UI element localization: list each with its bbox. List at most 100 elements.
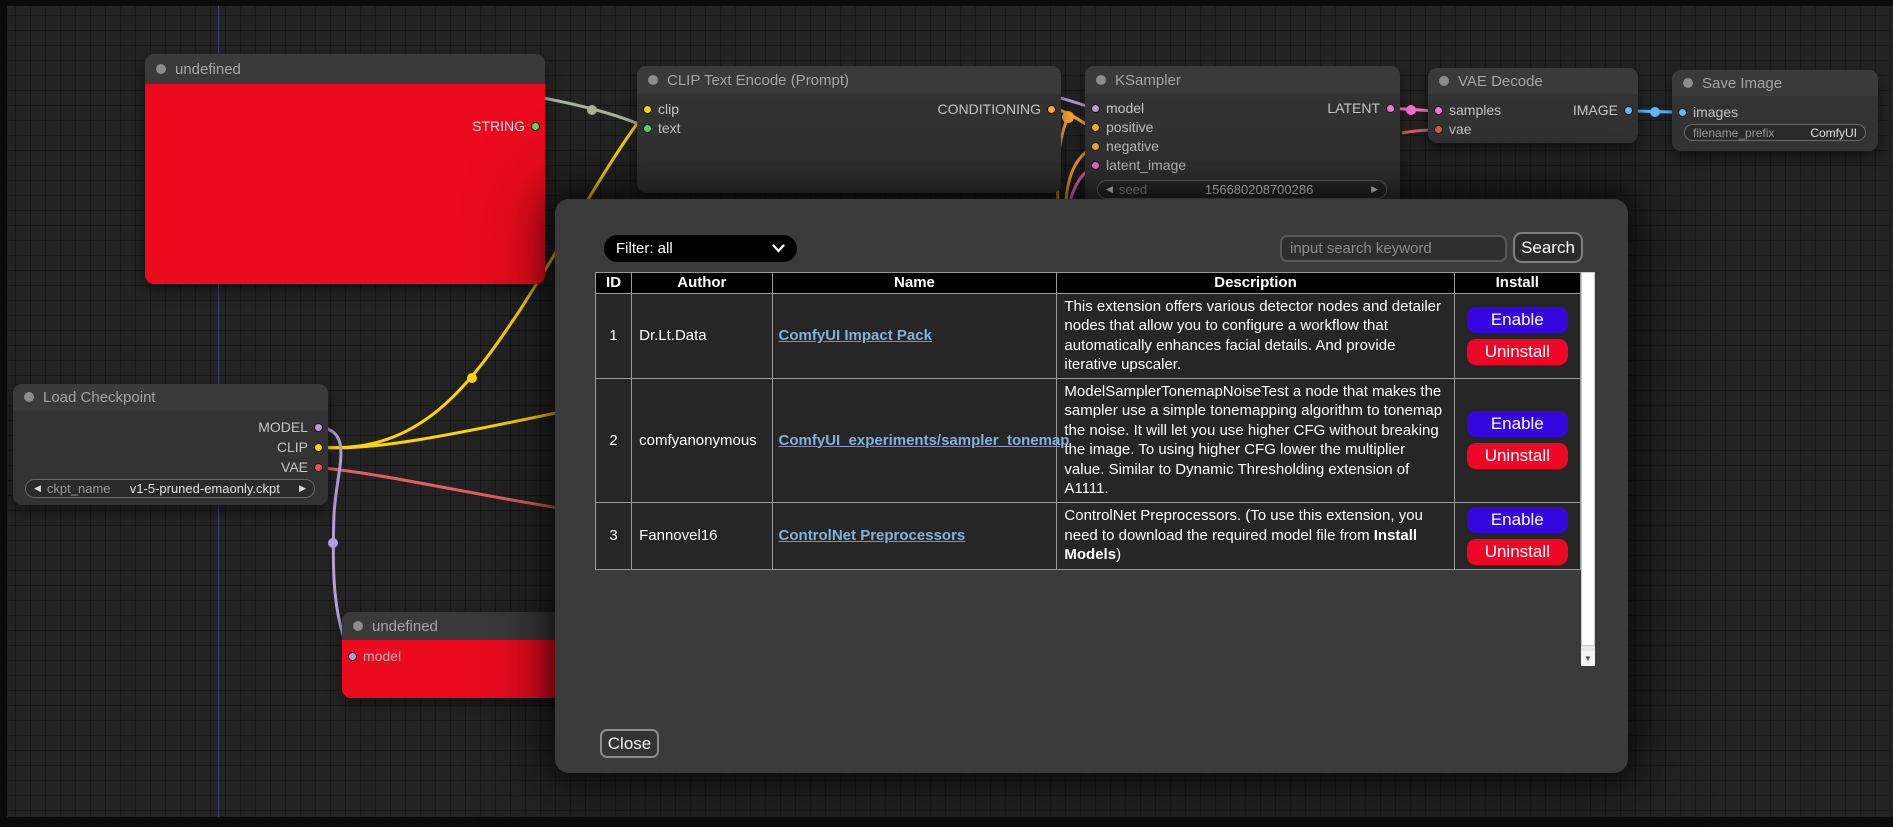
- output-slot-vae[interactable]: VAE: [281, 459, 323, 475]
- input-slot-negative[interactable]: negative: [1091, 138, 1159, 154]
- input-slot-text[interactable]: text: [643, 120, 681, 136]
- ckpt-name-widget[interactable]: ◀ ckpt_name v1-5-pruned-emaonly.ckpt ▶: [25, 479, 315, 498]
- link-dot-conditioning[interactable]: [1062, 111, 1074, 123]
- node-title-bar[interactable]: Save Image: [1672, 70, 1878, 96]
- comfyui-canvas[interactable]: undefined STRING CLIP Text Encode (Promp…: [0, 0, 1893, 827]
- search-button[interactable]: Search: [1513, 232, 1583, 263]
- node-title-text: undefined: [372, 618, 438, 635]
- node-collapse-dot-icon[interactable]: [156, 64, 166, 74]
- input-dot-model[interactable]: [1091, 104, 1100, 113]
- ckpt-next-icon[interactable]: ▶: [299, 483, 306, 494]
- extension-install-cell: Enable Uninstall: [1454, 293, 1580, 378]
- output-slot-conditioning[interactable]: CONDITIONING: [938, 101, 1056, 117]
- output-dot-latent[interactable]: [1386, 104, 1395, 113]
- input-slot-samples[interactable]: samples: [1434, 102, 1501, 118]
- node-title-bar[interactable]: undefined: [145, 54, 545, 84]
- uninstall-button[interactable]: Uninstall: [1467, 443, 1568, 469]
- ckpt-widget-value[interactable]: v1-5-pruned-emaonly.ckpt: [117, 481, 294, 496]
- enable-button[interactable]: Enable: [1467, 411, 1568, 437]
- output-slot-model[interactable]: MODEL: [258, 419, 323, 435]
- link-dot-clip[interactable]: [467, 373, 477, 383]
- input-dot-vae[interactable]: [1434, 125, 1443, 134]
- node-undefined-string[interactable]: undefined STRING: [145, 54, 545, 284]
- input-dot-latent-image[interactable]: [1091, 161, 1100, 170]
- link-dot-string[interactable]: [587, 105, 597, 115]
- extension-id: 1: [596, 293, 632, 378]
- close-button[interactable]: Close: [600, 729, 659, 758]
- input-dot-model[interactable]: [348, 652, 357, 661]
- node-collapse-dot-icon[interactable]: [353, 621, 363, 631]
- node-collapse-dot-icon[interactable]: [648, 75, 658, 85]
- uninstall-button[interactable]: Uninstall: [1467, 339, 1568, 365]
- canvas-bottom-edge: [0, 817, 1893, 827]
- input-slot-positive[interactable]: positive: [1091, 119, 1153, 135]
- output-dot-image[interactable]: [1624, 106, 1633, 115]
- filter-dropdown[interactable]: Filter: all: [604, 235, 797, 262]
- node-collapse-dot-icon[interactable]: [1683, 78, 1693, 88]
- output-dot-string[interactable]: [531, 122, 540, 131]
- input-slot-model[interactable]: model: [348, 648, 401, 664]
- extension-name-link[interactable]: ControlNet Preprocessors: [779, 527, 966, 544]
- filename-prefix-value[interactable]: ComfyUI: [1780, 126, 1857, 140]
- output-dot-vae[interactable]: [314, 463, 323, 472]
- node-vae-decode[interactable]: VAE Decode samples vae IMAGE: [1428, 68, 1638, 143]
- output-slot-image[interactable]: IMAGE: [1573, 102, 1633, 118]
- input-slot-model[interactable]: model: [1091, 100, 1144, 116]
- input-slot-vae[interactable]: vae: [1434, 121, 1472, 137]
- output-label: MODEL: [258, 419, 308, 435]
- input-slot-clip[interactable]: clip: [643, 101, 679, 117]
- output-slot-string[interactable]: STRING: [472, 118, 540, 134]
- node-title-bar[interactable]: VAE Decode: [1428, 68, 1638, 94]
- seed-widget[interactable]: ◀ seed 156680208700286 ▶: [1097, 180, 1387, 199]
- input-label: positive: [1106, 119, 1153, 135]
- node-title-bar[interactable]: KSampler: [1085, 66, 1400, 94]
- seed-widget-value[interactable]: 156680208700286: [1153, 182, 1365, 197]
- output-dot-clip[interactable]: [314, 443, 323, 452]
- extension-name-link[interactable]: ComfyUI Impact Pack: [779, 327, 932, 344]
- uninstall-button[interactable]: Uninstall: [1467, 539, 1568, 565]
- node-clip-text-encode[interactable]: CLIP Text Encode (Prompt) clip text COND…: [637, 66, 1061, 193]
- output-dot-conditioning[interactable]: [1047, 105, 1056, 114]
- output-dot-model[interactable]: [314, 423, 323, 432]
- node-save-image[interactable]: Save Image images filename_prefix ComfyU…: [1672, 70, 1878, 151]
- input-dot-images[interactable]: [1678, 108, 1687, 117]
- extension-install-cell: Enable Uninstall: [1454, 502, 1580, 569]
- output-slot-clip[interactable]: CLIP: [277, 439, 323, 455]
- node-collapse-dot-icon[interactable]: [1096, 75, 1106, 85]
- ckpt-prev-icon[interactable]: ◀: [34, 483, 41, 494]
- input-slot-images[interactable]: images: [1678, 104, 1738, 120]
- link-dot-image[interactable]: [1650, 107, 1660, 117]
- scrollbar-thumb[interactable]: [1581, 272, 1595, 646]
- node-title-bar[interactable]: Load Checkpoint: [13, 384, 328, 410]
- input-dot-samples[interactable]: [1434, 106, 1443, 115]
- header-description: Description: [1057, 273, 1454, 294]
- link-dot-model[interactable]: [328, 538, 338, 548]
- input-slot-latent-image[interactable]: latent_image: [1091, 157, 1186, 173]
- extension-author: Fannovel16: [632, 502, 772, 569]
- search-input[interactable]: [1280, 235, 1507, 262]
- filter-dropdown-value: Filter: all: [616, 240, 673, 257]
- filename-prefix-widget[interactable]: filename_prefix ComfyUI: [1684, 124, 1866, 141]
- output-label: STRING: [472, 118, 525, 134]
- link-dot-latent[interactable]: [1406, 105, 1416, 115]
- output-label: CONDITIONING: [938, 101, 1041, 117]
- scrollbar-down-arrow-icon[interactable]: ▼: [1581, 651, 1595, 666]
- seed-decrement-icon[interactable]: ◀: [1106, 184, 1113, 195]
- extension-name-link[interactable]: ComfyUI_experiments/sampler_tonemap: [779, 432, 1070, 449]
- node-load-checkpoint[interactable]: Load Checkpoint MODEL CLIP VAE ◀ ckpt_na…: [13, 384, 328, 505]
- output-slot-latent[interactable]: LATENT: [1327, 100, 1395, 116]
- enable-button[interactable]: Enable: [1467, 307, 1568, 333]
- link-vae-left: [311, 467, 585, 512]
- input-dot-negative[interactable]: [1091, 142, 1100, 151]
- input-dot-text[interactable]: [643, 124, 652, 133]
- node-ksampler[interactable]: KSampler model positive negative latent_…: [1085, 66, 1400, 206]
- node-collapse-dot-icon[interactable]: [1439, 76, 1449, 86]
- enable-button[interactable]: Enable: [1467, 507, 1568, 533]
- seed-increment-icon[interactable]: ▶: [1371, 184, 1378, 195]
- node-collapse-dot-icon[interactable]: [24, 392, 34, 402]
- input-dot-clip[interactable]: [643, 105, 652, 114]
- table-scrollbar[interactable]: ▼: [1581, 272, 1595, 666]
- node-body[interactable]: STRING: [145, 84, 545, 284]
- input-dot-positive[interactable]: [1091, 123, 1100, 132]
- node-title-bar[interactable]: CLIP Text Encode (Prompt): [637, 66, 1061, 94]
